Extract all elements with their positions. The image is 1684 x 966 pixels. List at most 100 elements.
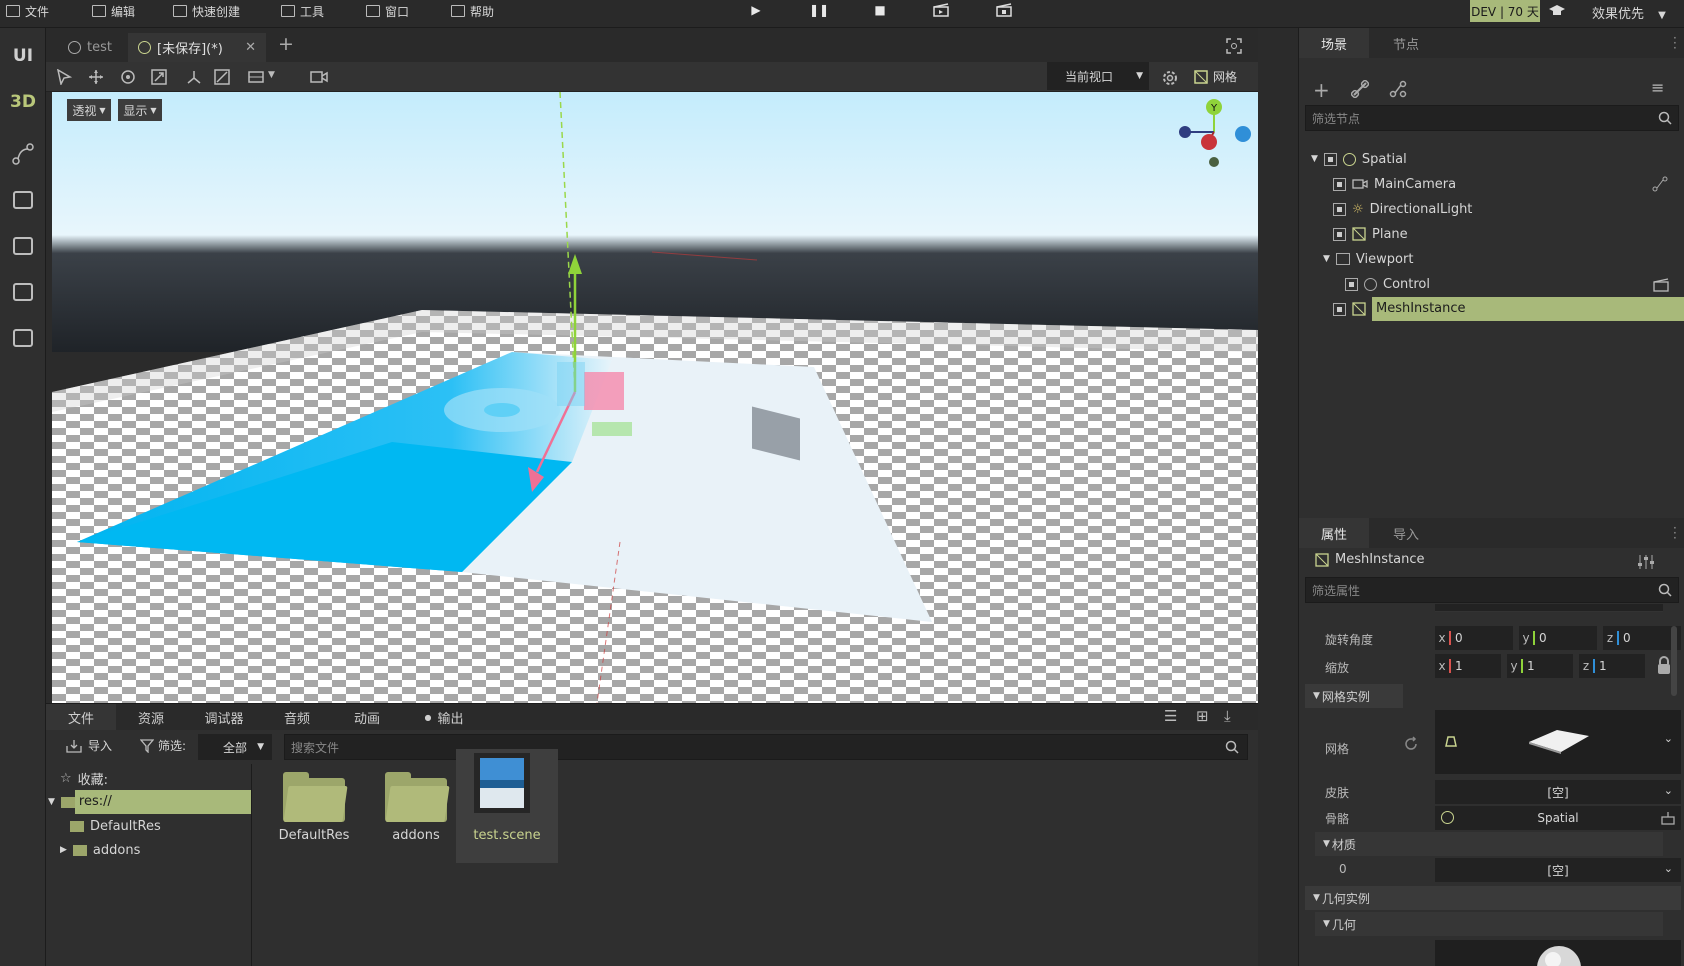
select-tool-icon[interactable] xyxy=(56,69,72,85)
rotate-tool-icon[interactable] xyxy=(120,69,136,85)
menu-window[interactable]: 窗口 xyxy=(366,0,409,22)
tree-row-spatial[interactable]: ▼ Spatial xyxy=(1311,147,1407,171)
visibility-checkbox[interactable] xyxy=(1333,302,1346,316)
instance-icon[interactable] xyxy=(1389,80,1407,98)
visibility-checkbox[interactable] xyxy=(1333,202,1346,216)
menu-file[interactable]: 文件 xyxy=(6,0,49,22)
play-button[interactable]: ▶ xyxy=(747,3,765,19)
tree-row-mesh-instance[interactable]: MeshInstance xyxy=(1333,297,1684,321)
more-vertical-icon[interactable]: · · · xyxy=(1673,32,1677,54)
visibility-checkbox[interactable] xyxy=(1333,227,1346,241)
section-mesh-instance[interactable]: ▼ 网格实例 xyxy=(1305,684,1403,708)
section-geometry[interactable]: ▼ 几何 xyxy=(1315,912,1663,936)
material-dropdown[interactable]: [空] ⌄ xyxy=(1435,858,1681,882)
scale-tool-icon[interactable] xyxy=(151,69,167,85)
transform-menu-icon[interactable] xyxy=(248,69,264,85)
tab-node[interactable]: 节点 xyxy=(1371,28,1441,58)
add-tab-icon[interactable]: + xyxy=(278,33,294,55)
visibility-checkbox[interactable] xyxy=(1333,177,1346,191)
rail-asset-button[interactable] xyxy=(0,226,46,266)
rail-export-button[interactable] xyxy=(0,272,46,312)
tree-row-directional-light[interactable]: ☼ DirectionalLight xyxy=(1333,197,1472,221)
sliders-icon[interactable] xyxy=(1637,554,1655,570)
menu-list-icon[interactable]: ≡ xyxy=(1651,78,1664,97)
tree-row-defaultres[interactable]: DefaultRes xyxy=(70,814,161,838)
tab-properties[interactable]: 属性 xyxy=(1299,518,1369,548)
tree-row-viewport[interactable]: ▼ Viewport xyxy=(1323,247,1413,271)
file-item-test-scene[interactable]: test.scene xyxy=(456,749,558,863)
tree-row-plane[interactable]: Plane xyxy=(1333,222,1408,246)
graduation-cap-icon[interactable] xyxy=(1549,4,1565,21)
file-item-addons[interactable]: addons xyxy=(366,764,466,864)
rotation-z-field[interactable]: z0 xyxy=(1603,626,1681,650)
pause-button[interactable]: ❚❚ xyxy=(809,3,829,19)
move-tool-icon[interactable] xyxy=(88,69,104,85)
tree-row-res[interactable]: ▼ res:// xyxy=(48,790,251,814)
menu-tools[interactable]: 工具 xyxy=(281,0,324,22)
rail-3d-button[interactable]: 3D xyxy=(0,82,46,122)
tab-import[interactable]: 导入 xyxy=(1371,518,1441,548)
tab-output[interactable]: ● 输出 xyxy=(402,704,486,730)
3d-viewport[interactable]: Y 透视 ▼ 显示 ▼ xyxy=(52,92,1258,703)
scene-tab-test[interactable]: test xyxy=(58,33,122,62)
tab-debugger[interactable]: 调试器 xyxy=(186,704,262,730)
visibility-checkbox[interactable] xyxy=(1323,152,1337,166)
add-node-icon[interactable]: + xyxy=(1313,78,1330,102)
scale-x-field[interactable]: x1 xyxy=(1435,654,1501,678)
lock-icon[interactable] xyxy=(1657,656,1671,676)
list-view-icon[interactable]: ☰ xyxy=(1164,707,1177,725)
import-button[interactable]: 导入 xyxy=(66,737,112,754)
more-vertical-icon[interactable]: · · · xyxy=(1673,522,1677,544)
fullscreen-icon[interactable] xyxy=(1226,38,1242,57)
play-scene-button[interactable] xyxy=(932,3,950,19)
material-override-picker[interactable] xyxy=(1435,940,1681,966)
scale-y-field[interactable]: y1 xyxy=(1507,654,1573,678)
menu-edit[interactable]: 编辑 xyxy=(92,0,135,22)
favorites-row[interactable]: ☆ 收藏: xyxy=(60,766,108,790)
tab-audio[interactable]: 音频 xyxy=(262,704,332,730)
snap-icon[interactable] xyxy=(214,69,230,85)
grid-view-icon[interactable]: ⊞ xyxy=(1196,707,1209,725)
menu-quick-create[interactable]: 快速创建 xyxy=(173,0,240,22)
link-icon[interactable] xyxy=(1351,80,1369,98)
inspector-scrollbar[interactable] xyxy=(1671,626,1677,696)
tree-row-main-camera[interactable]: MainCamera xyxy=(1333,172,1456,196)
skin-dropdown[interactable]: [空] ⌄ xyxy=(1435,780,1681,804)
filter-properties-input[interactable]: 筛选属性 xyxy=(1305,577,1679,603)
file-item-defaultres[interactable]: DefaultRes xyxy=(264,764,364,864)
local-space-icon[interactable] xyxy=(186,69,202,85)
mesh-resource-picker[interactable]: ⌄ xyxy=(1435,710,1681,774)
quality-select[interactable]: 效果优先 ▼ xyxy=(1592,3,1666,22)
tree-row-addons[interactable]: ▶ addons xyxy=(60,838,140,862)
scale-z-field[interactable]: z1 xyxy=(1579,654,1645,678)
tab-resources[interactable]: 资源 xyxy=(116,704,186,730)
tab-scene[interactable]: 场景 xyxy=(1299,28,1369,58)
rotation-x-field[interactable]: x0 xyxy=(1435,626,1513,650)
section-geometry-instance[interactable]: ▼ 几何实例 xyxy=(1305,886,1681,910)
rail-docs-button[interactable] xyxy=(0,318,46,358)
section-material[interactable]: ▼ 材质 xyxy=(1315,832,1663,856)
scene-tab-unsaved[interactable]: [未保存](*) ✕ xyxy=(128,33,266,62)
search-files-input[interactable]: 搜索文件 xyxy=(284,734,1248,760)
skeleton-picker[interactable]: Spatial xyxy=(1435,806,1681,830)
perspective-button[interactable]: 透视 ▼ xyxy=(67,99,111,121)
filter-type-dropdown[interactable]: 全部 ▼ xyxy=(198,734,272,760)
viewport-select[interactable]: 当前视口 ▼ xyxy=(1047,62,1149,90)
close-icon[interactable]: ✕ xyxy=(245,40,256,55)
script-attached-icon[interactable] xyxy=(1652,176,1668,192)
visibility-checkbox[interactable] xyxy=(1345,277,1358,291)
tab-files[interactable]: 文件 xyxy=(46,704,116,730)
download-icon[interactable]: ⤓ xyxy=(1224,707,1231,725)
reset-icon[interactable] xyxy=(1403,736,1419,752)
display-button[interactable]: 显示 ▼ xyxy=(118,99,162,121)
clapper-icon[interactable] xyxy=(1653,278,1669,292)
tree-row-control[interactable]: Control xyxy=(1345,272,1430,296)
menu-help[interactable]: 帮助 xyxy=(451,0,494,22)
rotation-y-field[interactable]: y0 xyxy=(1519,626,1597,650)
gear-icon[interactable] xyxy=(1161,69,1179,87)
grid-toggle[interactable]: 网格 xyxy=(1194,68,1237,85)
rail-ui-button[interactable]: UI xyxy=(0,36,46,76)
stop-button[interactable]: ■ xyxy=(871,3,889,19)
camera-preview-icon[interactable] xyxy=(310,70,328,84)
chevron-down-icon[interactable]: ▼ xyxy=(268,70,275,80)
